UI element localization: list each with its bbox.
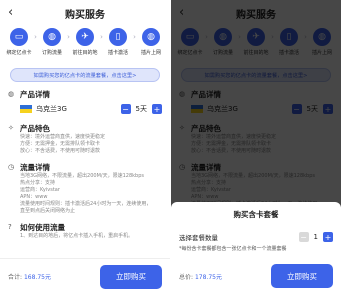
card-package-banner[interactable]: 如需购买您的亿点卡的流量套餐，点击这里> — [10, 68, 160, 82]
quantity-label: 选择套餐数量 — [179, 234, 218, 242]
globe-icon: ◍ — [142, 28, 160, 46]
days-value: 5天 — [135, 105, 147, 113]
chevron-left-icon[interactable]: ‹ — [8, 5, 13, 20]
plus-button[interactable]: + — [323, 232, 333, 242]
step-insert-activate: ▯ 插卡激活 — [104, 28, 132, 56]
sparkle-icon: ✧ — [8, 124, 14, 132]
detail-line: 流量使用时间规则：插卡激活后24小时为一天，连续使用， — [20, 201, 152, 207]
feature-line: 放心：不含话费，不使用可随时退款 — [20, 148, 101, 154]
steps-bar: ▭ 绑定亿点卡 › ◍ 订购流量 › ✈ 前往目的地 › ▯ 插卡激活 › ◍ … — [5, 28, 165, 64]
days-stepper: − 5天 + — [120, 104, 162, 114]
globe-icon: ◍ — [43, 28, 61, 46]
total-amount: 168.75元 — [23, 274, 51, 281]
step-label: 订购流量 — [41, 50, 62, 56]
minus-button[interactable]: − — [120, 104, 131, 114]
arrow-right-icon: › — [133, 33, 136, 41]
step-label: 绑定亿点卡 — [6, 50, 32, 56]
step-label: 前往目的地 — [72, 50, 98, 56]
sim-card-icon: ▭ — [10, 28, 28, 46]
detail-line: 直至到点后关闭网络为止 — [20, 208, 76, 214]
purchase-sheet-screen: ‹ 购买服务 ▭ 绑定亿点卡 › ◍ 订购流量 › ✈ 前往目的地 › ▯ 插卡… — [171, 0, 341, 294]
section-title: 如何使用流量 — [20, 222, 65, 232]
arrow-right-icon: › — [34, 33, 37, 41]
purchase-sheet: 购买含卡套餐 选择套餐数量 − 1 + *每份含卡套餐都包含一张亿点卡和一个流量… — [171, 202, 341, 294]
how-to-line: 1、到达目的地后，将亿点卡插入手机，重启手机。 — [20, 233, 134, 239]
clock-icon: ◷ — [8, 163, 15, 171]
sheet-title: 购买含卡套餐 — [233, 210, 279, 219]
quantity-value: 1 — [313, 233, 318, 241]
plane-icon: ✈ — [76, 28, 94, 46]
total-amount: 178.75元 — [194, 273, 222, 281]
ukraine-flag-icon — [20, 105, 32, 113]
header: ‹ 购买服务 — [0, 0, 170, 26]
sheet-buy-now-button[interactable]: 立即购买 — [271, 264, 333, 288]
purchase-screen: ‹ 购买服务 ▭ 绑定亿点卡 › ◍ 订购流量 › ✈ 前往目的地 › ▯ 插卡… — [0, 0, 170, 294]
detail-line: 运营商：Kyivstar — [20, 187, 60, 193]
arrow-right-icon: › — [67, 33, 70, 41]
globe-icon: ◍ — [8, 90, 15, 98]
detail-line: 热点分享：支持 — [20, 180, 56, 186]
bottom-bar: 合计: 168.75元 立即购买 — [0, 258, 170, 294]
page-title: 购买服务 — [65, 9, 105, 21]
total-label: 合计: — [8, 274, 23, 281]
total-label: 总价: — [179, 273, 194, 281]
package-note: *每份含卡套餐都包含一张亿点卡和一个流量套餐 — [179, 246, 287, 252]
product-name: 乌克兰3G — [36, 105, 67, 113]
product-row: 乌克兰3G − 5天 + — [20, 102, 162, 116]
feature-line: 方便：无需押金，无需排队领卡取卡 — [20, 141, 101, 147]
how-to-section: ? 如何使用流量 1、到达目的地后，将亿点卡插入手机，重启手机。 — [8, 221, 162, 240]
detail-line: 当地3G网络，不限流量，超出200M/天，限速128kbps — [20, 173, 144, 179]
section-title: 产品详情 — [20, 89, 50, 99]
sheet-bottom-bar: 总价: 178.75元 立即购买 — [171, 258, 341, 294]
section-title: 产品特色 — [20, 123, 50, 133]
step-bind-card: ▭ 绑定亿点卡 — [5, 28, 33, 56]
total-price: 合计: 168.75元 — [8, 272, 51, 281]
quantity-stepper: − 1 + — [298, 232, 333, 242]
step-go-online: ◍ 插片上网 — [137, 28, 165, 56]
detail-line: APN：www — [20, 194, 48, 200]
feature-line: 快速：境外运营商直供，速度快更稳定 — [20, 134, 106, 140]
arrow-right-icon: › — [100, 33, 103, 41]
step-label: 插片上网 — [140, 50, 161, 56]
phone-icon: ▯ — [109, 28, 127, 46]
features-section: ✧ 产品特色 快速：境外运营商直供，速度快更稳定 方便：无需押金，无需排队领卡取… — [8, 122, 162, 155]
step-order-data: ◍ 订购流量 — [38, 28, 66, 56]
minus-button[interactable]: − — [298, 232, 309, 242]
product-detail-section: ◍ 产品详情 乌克兰3G − 5天 + — [8, 88, 162, 116]
flow-detail-section: ◷ 流量详情 当地3G网络，不限流量，超出200M/天，限速128kbps 热点… — [8, 161, 162, 215]
quantity-row: 选择套餐数量 − 1 + — [179, 232, 333, 242]
sheet-total-price: 总价: 178.75元 — [179, 272, 222, 281]
step-go-destination: ✈ 前往目的地 — [71, 28, 99, 56]
step-label: 插卡激活 — [107, 50, 128, 56]
buy-now-button[interactable]: 立即购买 — [100, 264, 162, 289]
plus-button[interactable]: + — [152, 104, 162, 114]
question-icon: ? — [8, 223, 12, 231]
section-title: 流量详情 — [20, 162, 50, 172]
